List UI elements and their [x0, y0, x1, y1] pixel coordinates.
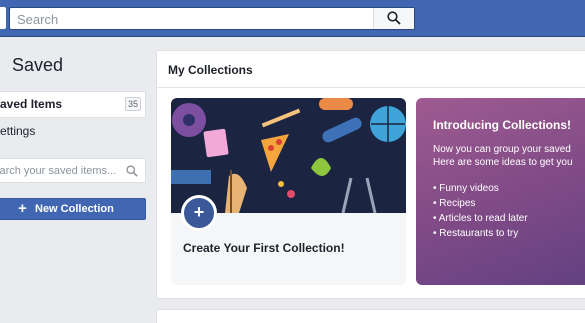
list-item: • Funny videos [433, 183, 499, 194]
sidebar-item-label: Saved Items [0, 97, 63, 111]
search-input[interactable]: Search [17, 12, 58, 27]
search-icon [387, 11, 401, 25]
intro-body: Now you can group your saved Here are so… [433, 143, 573, 169]
introducing-collections-panel: Introducing Collections! Now you can gro… [416, 98, 585, 285]
saved-items-search[interactable]: Search your saved items... [0, 158, 146, 183]
sidebar-item-settings[interactable]: Settings [0, 124, 35, 138]
new-collection-label: New Collection [35, 203, 114, 215]
saved-items-search-input[interactable]: Search your saved items... [0, 165, 116, 177]
search-bar[interactable]: Search [9, 7, 415, 30]
plus-icon: + [18, 200, 27, 217]
add-collection-icon[interactable]: + [181, 195, 217, 231]
divider [157, 87, 585, 88]
card-title: My Collections [168, 63, 253, 77]
count-badge: 35 [124, 97, 141, 111]
list-item: • Articles to read later [433, 213, 528, 224]
sidebar-title: Saved [12, 55, 64, 75]
list-item: • Restaurants to try [433, 228, 519, 239]
create-collection-label: Create Your First Collection! [183, 241, 345, 255]
create-collection-tile[interactable]: + Create Your First Collection! [171, 98, 406, 285]
my-collections-card: My Collections + Create Your First Colle… [156, 50, 585, 299]
saved-items-card [156, 309, 585, 323]
list-item: • Recipes [433, 198, 476, 209]
new-collection-button[interactable]: + New Collection [0, 198, 146, 220]
search-button[interactable] [373, 8, 414, 29]
top-bar: Search [0, 0, 585, 37]
intro-line: Now you can group your saved [433, 144, 571, 155]
intro-line: Here are some ideas to get you [433, 157, 573, 168]
search-icon [126, 165, 138, 177]
sidebar-item-saved-items[interactable]: Saved Items 35 [0, 91, 146, 118]
facebook-logo-icon[interactable] [0, 7, 6, 29]
ideas-list: • Funny videos • Recipes • Articles to r… [433, 181, 528, 241]
intro-title: Introducing Collections! [433, 118, 571, 132]
